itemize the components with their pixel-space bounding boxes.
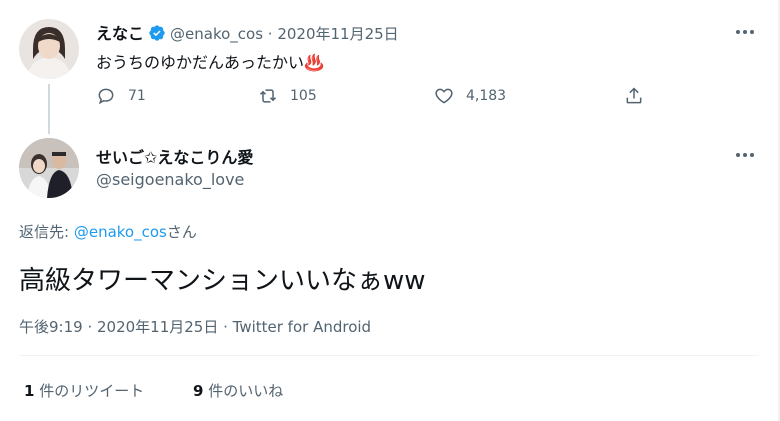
- likes-number: 9: [193, 382, 204, 400]
- share-icon: [626, 87, 642, 104]
- more-icon[interactable]: [734, 24, 756, 40]
- thread-line: [48, 84, 50, 134]
- likes-stat[interactable]: 9 件のいいね: [193, 380, 283, 401]
- likes-label: 件のいいね: [208, 382, 284, 400]
- retweet-icon: [259, 89, 277, 103]
- avatar-seigoenako[interactable]: [19, 138, 79, 198]
- tweet2-display-name[interactable]: せいご✩えなこりん愛: [96, 144, 253, 168]
- avatar-enako[interactable]: [19, 19, 79, 79]
- like-action[interactable]: 4,183: [434, 86, 506, 106]
- reply-to-mention[interactable]: @enako_cos: [74, 223, 167, 241]
- retweets-label: 件のリツイート: [39, 382, 145, 400]
- divider: [19, 355, 759, 356]
- retweets-stat[interactable]: 1 件のリツイート: [24, 380, 144, 401]
- retweet-action[interactable]: 105: [258, 86, 317, 106]
- retweets-number: 1: [24, 382, 35, 400]
- reply-to-label: 返信先:: [19, 223, 70, 241]
- reply-action[interactable]: 71: [96, 86, 146, 106]
- tweet2-meta[interactable]: 午後9:19 · 2020年11月25日 · Twitter for Andro…: [19, 316, 371, 337]
- tweet1-handle-date[interactable]: @enako_cos · 2020年11月25日: [170, 25, 399, 43]
- verified-badge-icon: [149, 25, 165, 41]
- tweet1-header: えなこ @enako_cos · 2020年11月25日: [96, 20, 399, 44]
- retweet-count: 105: [290, 88, 317, 104]
- tweet2-handle[interactable]: @seigoenako_love: [96, 170, 244, 189]
- reply-count: 71: [128, 88, 146, 104]
- tweet1-display-name[interactable]: えなこ: [96, 24, 144, 43]
- like-icon: [435, 88, 453, 104]
- reply-to-line: 返信先: @enako_cosさん: [19, 221, 197, 242]
- share-action[interactable]: [624, 86, 644, 106]
- reply-to-suffix: さん: [166, 223, 197, 241]
- more-icon[interactable]: [734, 147, 756, 163]
- reply-icon: [98, 88, 114, 105]
- tweet1-text: おうちのゆかだんあったかい♨️: [96, 53, 324, 72]
- like-count: 4,183: [466, 88, 507, 104]
- tweet2-text: 高級タワーマンションいいなぁww: [19, 266, 426, 296]
